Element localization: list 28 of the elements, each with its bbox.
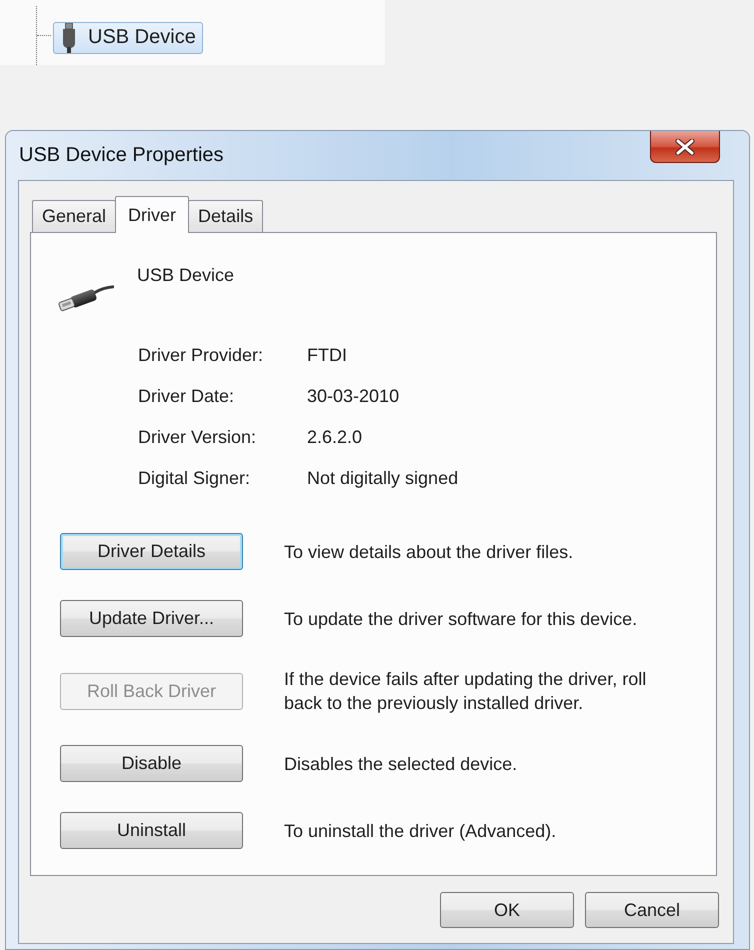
action-button[interactable]: Uninstall xyxy=(60,812,243,849)
window-title: USB Device Properties xyxy=(19,144,224,167)
tab[interactable]: Details xyxy=(188,200,264,232)
dialog-button[interactable]: Cancel xyxy=(585,892,719,928)
tab[interactable]: General xyxy=(32,200,116,232)
action-description: To uninstall the driver (Advanced). xyxy=(284,820,558,842)
action-description: To view details about the driver files. xyxy=(284,540,574,564)
dialog-button[interactable]: OK xyxy=(440,892,574,928)
close-icon xyxy=(675,138,695,154)
tab[interactable]: Driver xyxy=(115,196,190,233)
close-button[interactable] xyxy=(650,131,720,163)
action-description: Disables the selected device. xyxy=(284,752,518,776)
action-button[interactable]: Driver Details xyxy=(60,533,243,570)
property-label: Driver Date: xyxy=(138,386,236,407)
device-name: USB Device xyxy=(137,264,234,287)
property-label: Driver Version: xyxy=(138,427,258,448)
tree-item[interactable]: USB Device xyxy=(53,22,203,54)
action-description: To update the driver software for this device. xyxy=(284,608,638,630)
action-button[interactable]: Update Driver... xyxy=(60,600,243,637)
usb-plug-icon xyxy=(62,22,76,52)
action-button[interactable]: Disable xyxy=(60,745,243,782)
action-description: If the device fails after updating the driver, roll back to the previously installed driver. xyxy=(284,668,648,715)
property-value: 2.6.2.0 xyxy=(307,427,364,448)
property-label: Digital Signer: xyxy=(138,468,252,489)
property-value: Not digitally signed xyxy=(307,468,460,489)
property-label: Driver Provider: xyxy=(138,345,264,366)
property-value: FTDI xyxy=(307,345,348,366)
property-value: 30-03-2010 xyxy=(307,386,400,407)
